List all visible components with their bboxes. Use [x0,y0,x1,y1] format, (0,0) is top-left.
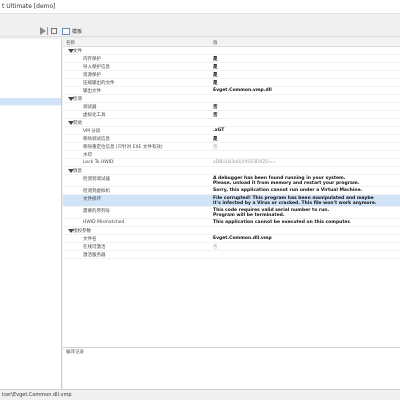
properties-rows: 文件 内存保护是导入保护信息是资源保护是压缩输出的文件是输出文件 Evget.Com… [63,47,400,347]
column-value-header: 值 [213,41,218,46]
property-value[interactable]: 否 [213,104,218,110]
property-row[interactable]: 检测到虚拟机 Sorry, this application cannot run… [63,187,400,195]
property-row[interactable]: 检测到调试器 A debugger has been found running … [63,175,400,187]
property-key: 水印 [83,153,92,158]
stop-button[interactable] [51,28,57,34]
property-value[interactable]: 否 [213,112,218,118]
property-value[interactable]: 是 [213,80,218,86]
toolbar-separator [47,27,48,35]
property-key: 检测到虚拟机 [83,189,110,194]
property-row[interactable]: 在线可激活 否 [63,243,400,251]
property-value[interactable]: Evget.Common.dll.vmp [213,236,272,241]
status-bar: lcer\Evget.Common.dll.vmp [0,389,400,400]
property-row[interactable]: 压缩输出的文件 是 [63,79,400,87]
property-row[interactable]: 移除重定位信息 (只针对 EXE 文件有效) 否 [63,143,400,151]
group-row[interactable]: 检测 [63,95,400,103]
group-label: 文件 [73,49,82,54]
group-row[interactable]: 其他 [63,119,400,127]
project-icon[interactable] [62,28,70,35]
property-value[interactable]: aDBULB3dUjV4S03RXZU== [213,160,276,165]
properties-header: 名称 值 [63,39,400,47]
property-key: 移除调试信息 [83,137,110,142]
property-value[interactable]: A debugger has been found running in you… [213,176,359,186]
property-value[interactable]: .xGT [213,128,224,133]
property-row[interactable]: HWID Mismatched This application cannot b… [63,219,400,227]
property-key: 虚拟化工具 [83,113,106,118]
property-row[interactable]: 资源保护 是 [63,71,400,79]
run-button[interactable] [40,27,46,35]
group-label: 检测 [73,97,82,102]
property-key: Lock To HWID [83,160,114,165]
column-name-header: 名称 [66,41,75,46]
property-value[interactable]: This code requires valid serial number t… [213,208,329,218]
group-row[interactable]: 文件 [63,47,400,55]
property-key: 移除重定位信息 (只针对 EXE 文件有效) [83,145,163,150]
property-value[interactable]: 是 [213,72,218,78]
property-key: VM 分段 [83,129,101,134]
property-row[interactable]: Lock To HWID aDBULB3dUjV4S03RXZU== [63,159,400,167]
property-key: 文件损坏 [83,197,101,202]
property-value[interactable]: 是 [213,56,218,62]
property-key: 文件名 [83,237,97,242]
property-value[interactable]: 否 [213,244,218,250]
property-row[interactable]: 虚拟化工具 否 [63,111,400,119]
status-text: lcer\Evget.Common.dll.vmp [2,392,72,398]
property-key: 资源保护 [83,73,101,78]
property-key: 在线可激活 [83,245,106,250]
project-label[interactable]: 模板 [72,28,82,37]
property-row[interactable]: 输出文件 Evget.Common.vmp.dll [63,87,400,95]
property-row[interactable]: 文件损坏 File corrupted! This program has bee… [63,195,400,207]
property-value[interactable]: 是 [213,136,218,142]
property-row[interactable]: 导入保护信息 是 [63,63,400,71]
property-row[interactable]: 移除调试信息 是 [63,135,400,143]
group-label: 授权参数 [73,229,91,234]
property-row[interactable]: 水印 [63,151,400,159]
property-row[interactable]: VM 分段 .xGT [63,127,400,135]
property-value[interactable]: Sorry, this application cannot run under… [213,188,362,193]
property-key: 激活服务器 [83,253,106,258]
property-key: 压缩输出的文件 [83,81,115,86]
property-value[interactable]: Evget.Common.vmp.dll [213,88,272,93]
group-row[interactable]: 消息 [63,167,400,175]
group-label: 消息 [73,169,82,174]
property-key: 内存保护 [83,57,101,62]
property-value[interactable]: This application cannot be executed on t… [213,220,351,225]
property-row[interactable]: 调试器 否 [63,103,400,111]
property-row[interactable]: 内存保护 是 [63,55,400,63]
properties-panel: 名称 值 文件 内存保护是导入保护信息是资源保护是压缩输出的文件是输出文件 Evge… [63,39,400,389]
property-key: 导入保护信息 [83,65,110,70]
group-label: 其他 [73,121,82,126]
property-value[interactable]: 是 [213,64,218,70]
property-value[interactable]: 否 [213,144,218,150]
property-key: 调试器 [83,105,97,110]
property-value[interactable]: File corrupted! This program has been ma… [213,196,377,206]
group-row[interactable]: 授权参数 [63,227,400,235]
sidebar [0,39,62,389]
property-key: HWID Mismatched [83,220,125,225]
toolbar: 模板 [0,26,400,37]
build-log-caption: 编译记录 [66,350,84,355]
build-log-panel: 编译记录 [63,347,400,389]
property-key: 检测到调试器 [83,177,110,182]
property-row[interactable]: 激活服务器 [63,251,400,259]
property-key: 输出文件 [83,89,101,94]
sidebar-selected-item[interactable] [0,98,61,106]
title-bar: t Ultimate [demo] [0,0,400,14]
property-row[interactable]: 文件名 Evget.Common.dll.vmp [63,235,400,243]
window-title: t Ultimate [demo] [2,3,56,10]
property-row[interactable]: 需要的序列号 This code requires valid serial nu… [63,207,400,219]
property-key: 需要的序列号 [83,209,110,214]
